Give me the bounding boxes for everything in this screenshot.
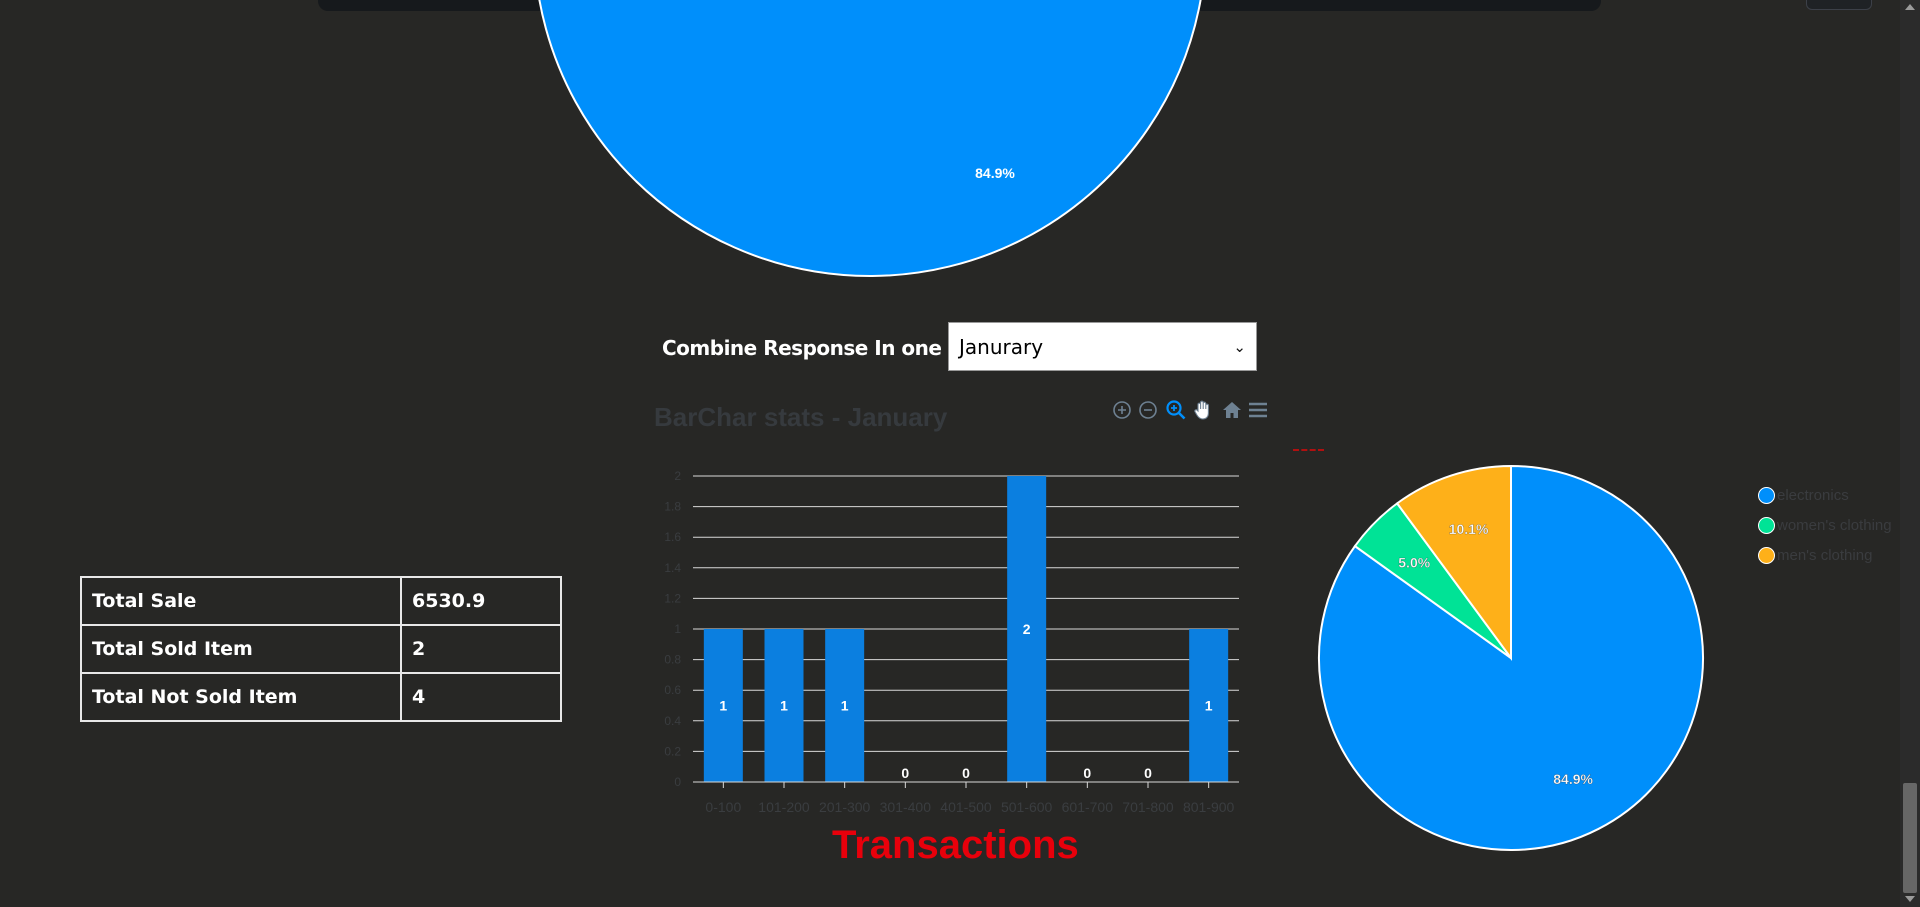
legend-label: women's clothing xyxy=(1777,516,1892,534)
table-row: Total Sale 6530.9 xyxy=(80,576,562,626)
legend-label: electronics xyxy=(1777,486,1849,504)
page-scrollbar[interactable] xyxy=(1900,0,1920,907)
side-pie-data-label: 10.1% xyxy=(1449,521,1489,537)
transactions-heading: Transactions xyxy=(832,823,1079,867)
side-pie-data-label: 5.0% xyxy=(1398,554,1430,570)
summary-value: 4 xyxy=(400,672,562,722)
legend-marker-icon xyxy=(1758,516,1775,534)
summary-value: 6530.9 xyxy=(400,576,562,626)
table-row: Total Sold Item 2 xyxy=(80,624,562,674)
legend-item-womens-clothing[interactable]: women's clothing xyxy=(1758,510,1892,540)
summary-table: Total Sale 6530.9 Total Sold Item 2 Tota… xyxy=(80,576,562,722)
pie-legend: electronics women's clothing men's cloth… xyxy=(1758,480,1892,570)
summary-value: 2 xyxy=(400,624,562,674)
scroll-down-icon[interactable] xyxy=(1905,896,1915,902)
scroll-thumb[interactable] xyxy=(1903,783,1917,893)
summary-label: Total Sale xyxy=(80,576,402,626)
side-pie-chart: 84.9% 5.0% 10.1% xyxy=(1318,464,1704,851)
summary-label: Total Sold Item xyxy=(80,624,402,674)
scroll-up-icon[interactable] xyxy=(1905,4,1915,10)
legend-marker-icon xyxy=(1758,486,1775,504)
legend-item-mens-clothing[interactable]: men's clothing xyxy=(1758,540,1892,570)
legend-label: men's clothing xyxy=(1777,546,1873,564)
legend-item-electronics[interactable]: electronics xyxy=(1758,480,1892,510)
side-pie-data-label: 84.9% xyxy=(1553,771,1593,787)
legend-marker-icon xyxy=(1758,546,1775,564)
table-row: Total Not Sold Item 4 xyxy=(80,672,562,722)
summary-label: Total Not Sold Item xyxy=(80,672,402,722)
